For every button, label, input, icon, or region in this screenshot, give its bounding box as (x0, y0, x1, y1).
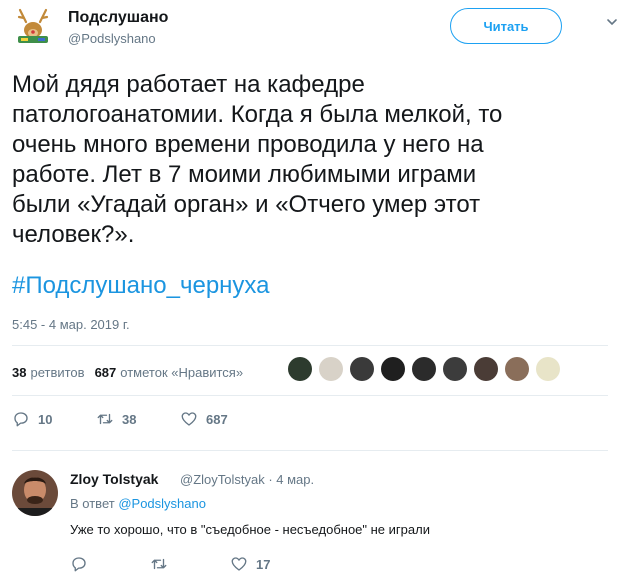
retweet-count: 38 (122, 411, 137, 427)
reply-text: Уже то хорошо, что в "съедобное - несъед… (70, 522, 430, 537)
retweet-icon (151, 558, 167, 570)
retweets-stat-label: ретвитов (30, 364, 85, 380)
retweet-icon (97, 413, 113, 425)
account-logo-icon[interactable] (12, 8, 54, 50)
user-handle[interactable]: @Podslyshano (68, 31, 156, 46)
likes-stat-label: отметок «Нравится» (120, 364, 244, 380)
reply-count: 10 (38, 411, 53, 427)
avatar-7-icon[interactable] (474, 357, 498, 381)
reply-to-handle-link[interactable]: @Podslyshano (118, 496, 206, 511)
reply-avatar[interactable] (12, 470, 58, 516)
reply-author-handle[interactable]: @ZloyTolstyak · 4 мар. (180, 472, 314, 487)
reply-tweet[interactable]: Zloy Tolstyak @ZloyTolstyak · 4 мар. В о… (0, 460, 620, 583)
reply-retweet-button[interactable] (150, 555, 230, 573)
tweet-text: Мой дядя работает на кафедре патологоана… (12, 71, 503, 248)
reply-actions: 17 (70, 555, 270, 573)
reply-icon (72, 557, 86, 572)
tweet-header: Подслушано @Podslyshano Читать (12, 6, 617, 50)
heart-icon (181, 412, 197, 426)
avatar-1-icon[interactable] (288, 357, 312, 381)
retweets-stat-count: 38 (12, 364, 27, 380)
follow-button[interactable]: Читать (450, 8, 562, 44)
retweet-button[interactable]: 38 (96, 410, 180, 428)
likes-stat-count: 687 (94, 364, 117, 380)
avatar-6-icon[interactable] (443, 357, 467, 381)
reply-button[interactable]: 10 (12, 410, 96, 428)
divider (12, 345, 608, 346)
likes-stat[interactable]: 687 отметок «Нравится» (95, 365, 244, 380)
reply-like-count: 17 (256, 556, 271, 572)
divider (12, 395, 608, 396)
like-button[interactable]: 687 (180, 410, 264, 428)
avatar-3-icon[interactable] (350, 357, 374, 381)
retweets-stat[interactable]: 38 ретвитов (12, 365, 85, 380)
avatar-8-icon[interactable] (505, 357, 529, 381)
divider (12, 450, 608, 451)
tweet-stats: 38 ретвитов 687 отметок «Нравится» (12, 360, 253, 384)
reply-to-line: В ответ @Podslyshano (70, 496, 206, 511)
reply-icon (14, 412, 28, 427)
avatar-2-icon[interactable] (319, 357, 343, 381)
avatar-4-icon[interactable] (381, 357, 405, 381)
reply-like-button[interactable]: 17 (230, 555, 270, 573)
reply-to-label: В ответ (70, 496, 115, 511)
avatar-9-icon[interactable] (536, 357, 560, 381)
tweet-actions: 10 38 687 (12, 410, 264, 428)
hashtag-link[interactable]: #Подслушано_чернуха (12, 271, 270, 301)
liker-avatars (288, 357, 567, 381)
reply-author-name[interactable]: Zloy Tolstyak (70, 471, 158, 487)
avatar-5-icon[interactable] (412, 357, 436, 381)
chevron-down-icon[interactable] (606, 16, 618, 28)
heart-icon (231, 557, 247, 571)
reply-reply-button[interactable] (70, 555, 150, 573)
like-count: 687 (206, 411, 228, 427)
display-name[interactable]: Подслушано (68, 9, 168, 27)
tweet-timestamp[interactable]: 5:45 - 4 мар. 2019 г. (12, 317, 130, 332)
